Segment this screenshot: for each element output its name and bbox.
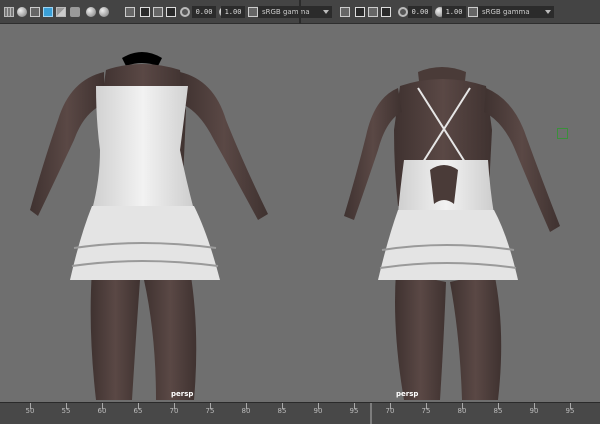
viewport-scene xyxy=(30,52,560,400)
isolate-select-icon[interactable] xyxy=(125,7,135,17)
front-right-arm xyxy=(180,72,268,220)
front-dress-bodice xyxy=(92,86,194,210)
exposure-field[interactable]: 0.00 xyxy=(192,6,216,18)
time-slider-frame-label: 80 xyxy=(457,407,467,415)
time-slider-frame-label: 85 xyxy=(277,407,287,415)
back-left-leg xyxy=(395,272,446,400)
time-slider-frame-label: 65 xyxy=(133,407,143,415)
ambient-occlusion-icon[interactable] xyxy=(86,7,96,17)
xray-components-icon[interactable] xyxy=(381,7,391,17)
time-slider-frame-label: 95 xyxy=(565,407,575,415)
time-slider-frame-label: 70 xyxy=(385,407,395,415)
time-slider-frame-label: 70 xyxy=(169,407,179,415)
front-right-leg xyxy=(144,270,197,400)
exposure-field[interactable]: 0.00 xyxy=(408,6,432,18)
right-panel-toolbar: 0.00 1.00 sRGB gamma xyxy=(302,0,600,24)
color-management-icon[interactable] xyxy=(468,7,478,17)
time-slider-playhead[interactable] xyxy=(370,403,372,424)
left-camera-label: persp xyxy=(171,390,194,398)
shading-icon[interactable] xyxy=(17,7,27,17)
exposure-icon[interactable] xyxy=(180,7,190,17)
xray-components-icon[interactable] xyxy=(166,7,176,17)
xray-icon[interactable] xyxy=(140,7,150,17)
time-slider-frame-label: 60 xyxy=(97,407,107,415)
back-figure[interactable] xyxy=(344,67,560,400)
front-figure[interactable] xyxy=(30,52,268,400)
gamma-field[interactable]: 1.00 xyxy=(221,6,245,18)
time-slider-frame-label: 95 xyxy=(349,407,359,415)
textured-icon[interactable] xyxy=(43,7,53,17)
front-left-leg xyxy=(90,270,140,400)
view-cube-icon[interactable] xyxy=(557,128,568,139)
left-panel-toolbar: 0.00 1.00 sRGB gamma xyxy=(0,0,332,24)
color-space-dropdown[interactable]: sRGB gamma xyxy=(478,6,554,18)
time-slider-frame-label: 90 xyxy=(313,407,323,415)
time-slider-frame-label: 85 xyxy=(493,407,503,415)
right-camera-label: persp xyxy=(396,390,419,398)
shadows-icon[interactable] xyxy=(70,7,80,17)
time-slider-frame-label: 75 xyxy=(421,407,431,415)
exposure-icon[interactable] xyxy=(398,7,408,17)
grid-icon[interactable] xyxy=(4,7,14,17)
color-management-icon[interactable] xyxy=(248,7,258,17)
gamma-field[interactable]: 1.00 xyxy=(442,6,466,18)
back-cutout xyxy=(430,165,458,204)
back-right-leg xyxy=(450,272,502,400)
time-slider-frame-label: 75 xyxy=(205,407,215,415)
time-slider-frame-label: 90 xyxy=(529,407,539,415)
xray-joints-icon[interactable] xyxy=(368,7,378,17)
motion-blur-icon[interactable] xyxy=(99,7,109,17)
toolbar-divider xyxy=(299,0,301,24)
back-right-arm xyxy=(484,88,560,232)
wireframe-icon[interactable] xyxy=(30,7,40,17)
color-space-label: sRGB gamma xyxy=(482,8,530,16)
chevron-down-icon xyxy=(545,10,551,14)
isolate-select-icon[interactable] xyxy=(340,7,350,17)
3d-viewport[interactable] xyxy=(0,24,600,400)
time-slider[interactable]: 50 55 60 65 70 75 80 85 90 95 70 75 80 85 90 95 xyxy=(0,402,600,424)
time-slider-frame-label: 50 xyxy=(25,407,35,415)
time-slider-frame-label: 55 xyxy=(61,407,71,415)
xray-icon[interactable] xyxy=(355,7,365,17)
xray-joints-icon[interactable] xyxy=(153,7,163,17)
viewport-toolbar: 0.00 1.00 sRGB gamma 0.00 1.00 sRGB gamm… xyxy=(0,0,600,24)
time-slider-frame-label: 80 xyxy=(241,407,251,415)
front-neck-opening xyxy=(122,52,162,66)
back-left-arm xyxy=(344,88,402,220)
lighting-icon[interactable] xyxy=(56,7,66,17)
front-left-arm xyxy=(30,72,104,216)
